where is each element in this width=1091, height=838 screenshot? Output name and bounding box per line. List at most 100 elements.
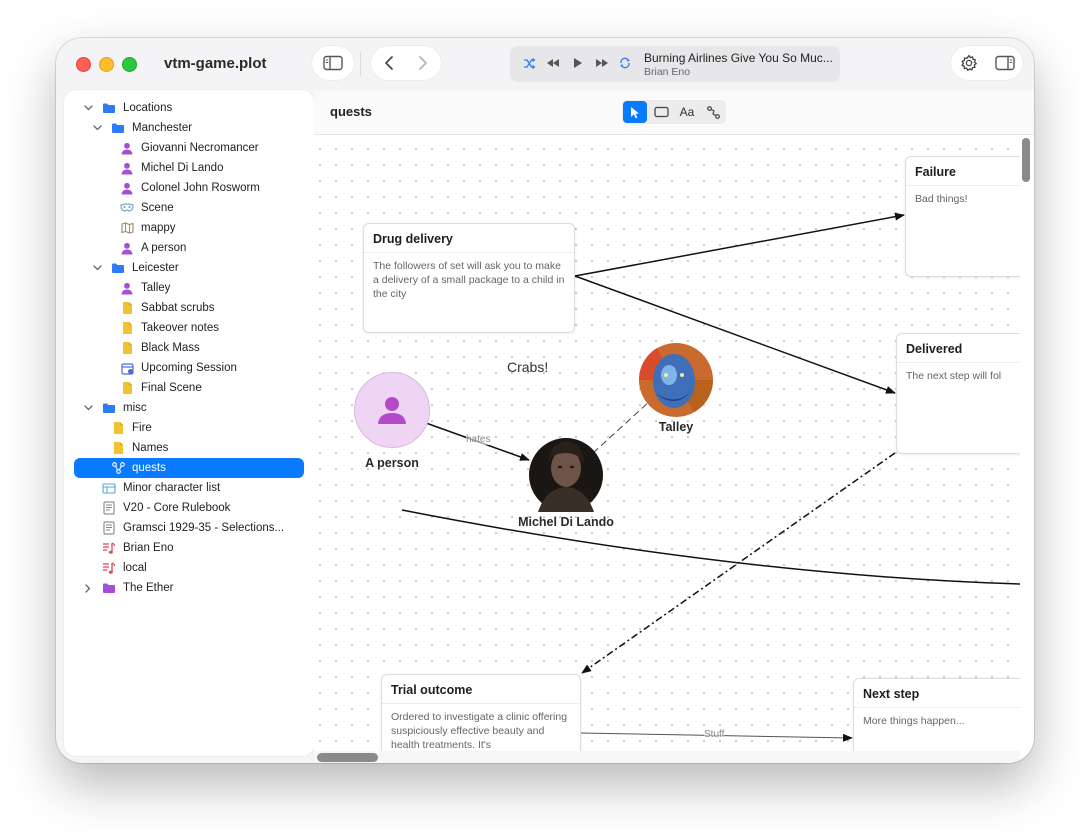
sidebar-item-a-person[interactable]: A person — [100, 238, 186, 258]
connector-tool-button[interactable] — [701, 101, 725, 123]
main-content: quests Aa Drug delivery The followers of… — [314, 90, 1034, 763]
sidebar-item-label: Giovanni Necromancer — [141, 142, 259, 154]
sidebar-item-names[interactable]: Names — [91, 438, 168, 458]
sidebar-item-fire[interactable]: Fire — [91, 418, 152, 438]
toggle-sidebar-button[interactable] — [316, 46, 350, 80]
persona-michel[interactable]: Michel Di Lando — [506, 515, 626, 529]
sidebar-item-label: Fire — [132, 422, 152, 434]
person-icon — [378, 397, 406, 424]
app-window: vtm-game.plot Burning Airlines Give You … — [56, 38, 1034, 763]
sidebar-item-talley[interactable]: Talley — [100, 278, 170, 298]
sidebar-item-label: Scene — [141, 202, 174, 214]
sidebar-item-michel-di-lando[interactable]: Michel Di Lando — [100, 158, 223, 178]
sidebar-item-manchester[interactable]: Manchester — [91, 118, 192, 138]
card-next-step[interactable]: Next step More things happen... — [853, 678, 1020, 751]
persona-talley[interactable]: Talley — [636, 420, 716, 434]
sidebar-item-brian-eno[interactable]: Brian Eno — [82, 538, 174, 558]
sidebar-item-label: Names — [132, 442, 169, 454]
card-title: Drug delivery — [364, 224, 574, 253]
free-text-note[interactable]: Crabs! — [507, 359, 548, 375]
sidebar-item-v20-core-rulebook[interactable]: V20 - Core Rulebook — [82, 498, 230, 518]
chevron-down-icon[interactable] — [82, 105, 94, 111]
minimize-window-button[interactable] — [99, 57, 114, 72]
sidebar-item-label: Colonel John Rosworm — [141, 182, 260, 194]
card-failure[interactable]: Failure Bad things! — [905, 156, 1020, 277]
edge-drug-to-failure[interactable] — [574, 212, 905, 277]
chevron-down-icon[interactable] — [82, 405, 94, 411]
person-icon — [120, 241, 134, 255]
note-icon — [120, 341, 134, 355]
rewind-icon — [547, 59, 559, 67]
map-icon — [120, 221, 134, 235]
edge-drug-to-delivered[interactable] — [574, 275, 896, 394]
card-trial-outcome[interactable]: Trial outcome Ordered to investigate a c… — [381, 674, 581, 751]
card-body: Bad things! — [915, 193, 968, 205]
repeat-button[interactable] — [618, 56, 632, 70]
chevron-down-icon[interactable] — [91, 125, 103, 131]
sidebar-right-icon — [995, 55, 1015, 71]
note-icon — [111, 421, 125, 435]
inspector-toggle-button[interactable] — [988, 46, 1022, 80]
person-avatar — [354, 372, 430, 448]
card-delivered[interactable]: Delivered The next step will fol — [896, 333, 1020, 454]
canvas-tool-picker: Aa — [622, 100, 726, 124]
card-title: Next step — [854, 679, 1020, 708]
sidebar-item-misc[interactable]: misc — [82, 398, 147, 418]
chevron-right-icon[interactable] — [82, 583, 94, 593]
sidebar-item-leicester[interactable]: Leicester — [91, 258, 179, 278]
vertical-scrollbar[interactable] — [1022, 138, 1030, 182]
sidebar-item-giovanni-necromancer[interactable]: Giovanni Necromancer — [100, 138, 259, 158]
sidebar-item-quests[interactable]: quests — [74, 458, 304, 478]
select-tool-button[interactable] — [623, 101, 647, 123]
sidebar-item-takeover-notes[interactable]: Takeover notes — [100, 318, 219, 338]
pdf-icon — [102, 501, 116, 515]
persona-label: A person — [365, 456, 419, 470]
fast-forward-button[interactable] — [595, 56, 609, 70]
shuffle-button[interactable] — [522, 56, 536, 70]
text-tool-button[interactable]: Aa — [675, 101, 699, 123]
settings-button[interactable] — [952, 46, 986, 80]
horizontal-scrollbar[interactable] — [317, 753, 378, 762]
edge-label-hates: hates — [466, 434, 491, 445]
sidebar-item-upcoming-session[interactable]: Upcoming Session — [100, 358, 237, 378]
card-body: The next step will fol — [906, 370, 1002, 382]
document-title: quests — [330, 104, 372, 119]
sidebar-item-mappy[interactable]: mappy — [100, 218, 176, 238]
window-title: vtm-game.plot — [164, 55, 267, 72]
play-button[interactable] — [571, 56, 585, 70]
track-artist: Brian Eno — [644, 66, 691, 78]
sidebar-item-the-ether[interactable]: The Ether — [82, 578, 174, 598]
sidebar-item-gramsci-1929-35-selections[interactable]: Gramsci 1929-35 - Selections... — [82, 518, 284, 538]
sidebar-left-icon — [323, 55, 343, 71]
sidebar-item-minor-character-list[interactable]: Minor character list — [82, 478, 220, 498]
toolbar-separator — [360, 52, 361, 76]
rewind-button[interactable] — [546, 56, 560, 70]
table-icon — [102, 481, 116, 495]
sidebar-item-black-mass[interactable]: Black Mass — [100, 338, 200, 358]
sidebar-item-final-scene[interactable]: Final Scene — [100, 378, 202, 398]
persona-label: Talley — [658, 420, 694, 434]
graph-icon — [111, 461, 125, 475]
zoom-window-button[interactable] — [122, 57, 137, 72]
sidebar-item-scene[interactable]: Scene — [100, 198, 174, 218]
sidebar-item-locations[interactable]: Locations — [82, 98, 172, 118]
sidebar: Locations Manchester Giovanni Necromancer M… — [64, 90, 314, 756]
back-button[interactable] — [372, 46, 406, 80]
card-tool-button[interactable] — [649, 101, 673, 123]
sidebar-item-colonel-john-rosworm[interactable]: Colonel John Rosworm — [100, 178, 260, 198]
edge-curved-long[interactable] — [401, 509, 1020, 585]
sidebar-item-label: Gramsci 1929-35 - Selections... — [123, 522, 285, 534]
note-icon — [111, 441, 125, 455]
sidebar-item-sabbat-scrubs[interactable]: Sabbat scrubs — [100, 298, 215, 318]
title-bar: vtm-game.plot Burning Airlines Give You … — [56, 38, 1034, 90]
sidebar-item-local[interactable]: local — [82, 558, 147, 578]
horizontal-scrollbar-track — [314, 751, 1020, 763]
card-drug-delivery[interactable]: Drug delivery The followers of set will … — [363, 223, 575, 333]
note-icon — [120, 301, 134, 315]
chevron-down-icon[interactable] — [91, 265, 103, 271]
persona-a-person[interactable]: A person — [354, 372, 430, 470]
forward-button[interactable] — [406, 46, 440, 80]
plot-canvas[interactable]: Drug delivery The followers of set will … — [314, 135, 1020, 751]
sidebar-item-label: Minor character list — [123, 482, 221, 494]
close-window-button[interactable] — [76, 57, 91, 72]
